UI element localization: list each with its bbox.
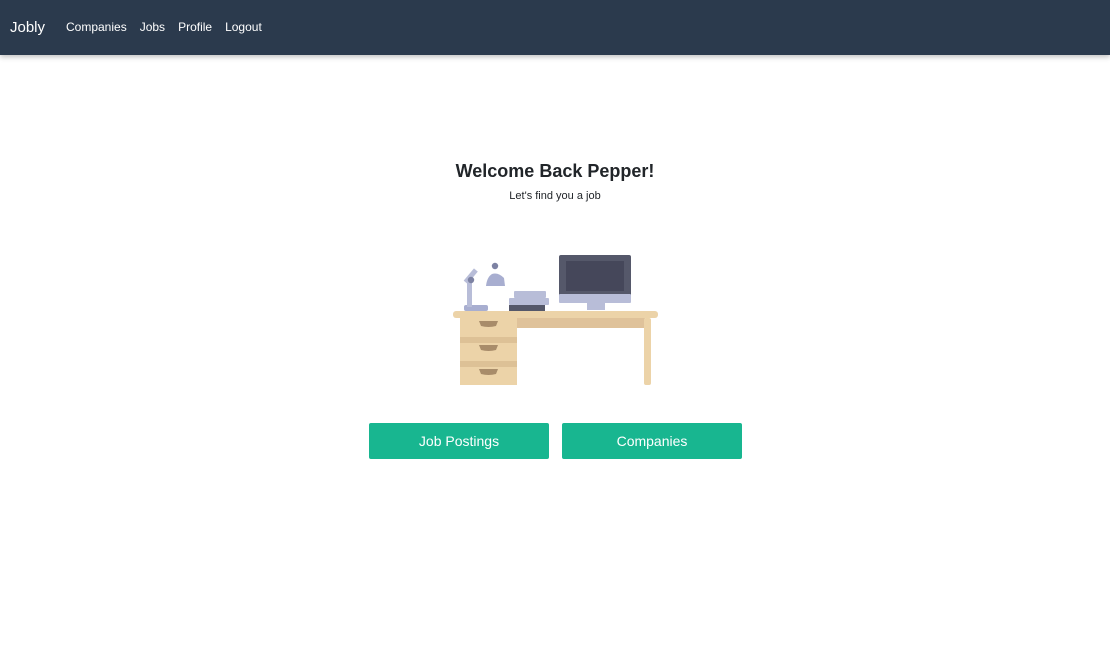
brand-logo-link[interactable]: Jobly [10,18,45,38]
nav-link-profile[interactable]: Profile [178,19,212,35]
desk-workspace-illustration [450,250,662,390]
nav-links: Companies Jobs Profile Logout [66,19,275,35]
welcome-subtitle: Let's find you a job [509,190,601,202]
welcome-heading: Welcome Back Pepper! [455,161,655,181]
nav-link-jobs[interactable]: Jobs [140,19,165,35]
job-postings-button[interactable]: Job Postings [369,423,549,459]
companies-button[interactable]: Companies [562,423,742,459]
nav-link-companies[interactable]: Companies [66,19,127,35]
navbar: Jobly Companies Jobs Profile Logout [0,0,1110,55]
nav-link-logout[interactable]: Logout [225,19,262,35]
